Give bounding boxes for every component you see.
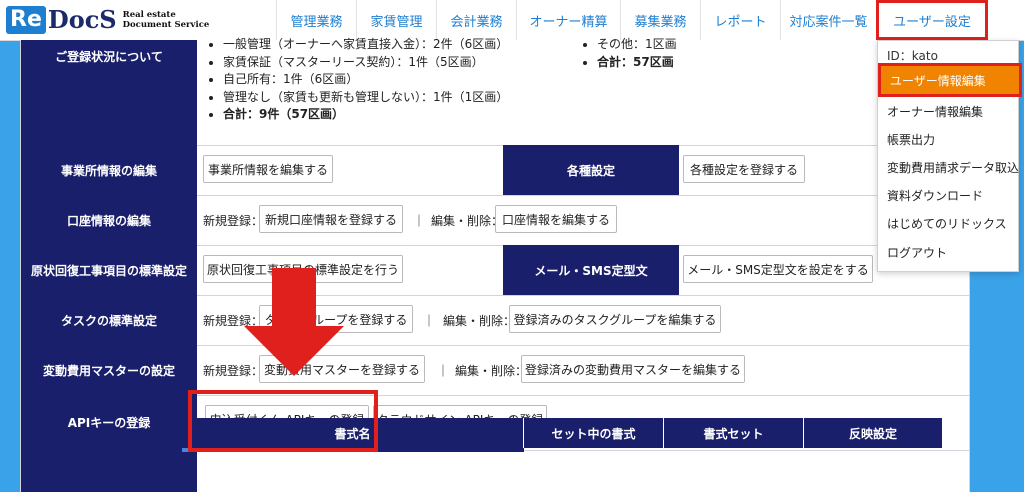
- registration-content: 一般管理（オーナーへ家賃直接入金）：2件（6区画） 家賃保証（マスターリース契約…: [197, 37, 969, 145]
- user-settings-dropdown: ID：kato ユーザー情報編集 オーナー情報編集 帳票出力 変動費用請求データ…: [877, 40, 1022, 272]
- nav-rent[interactable]: 家賃管理: [356, 0, 436, 40]
- list-item: その他：1区画: [597, 36, 677, 54]
- row-label-api-key: APIキーの登録: [21, 395, 197, 450]
- separator: ｜: [437, 364, 450, 378]
- list-item: 合計：9件（57区画）: [223, 106, 508, 124]
- top-bar: Re DocS Real estate Document Service 管理業…: [0, 0, 1024, 41]
- row-label-restore: 原状回復工事項目の標準設定: [21, 245, 197, 295]
- list-item: 自己所有：1件（6区画）: [223, 71, 508, 89]
- row-label-settings: 各種設定: [503, 145, 679, 195]
- logo-mark: Re: [6, 6, 46, 34]
- row-label-task: タスクの標準設定: [21, 295, 197, 345]
- menu-item-edit-owner[interactable]: オーナー情報編集: [878, 97, 1018, 126]
- row-label-office: 事業所情報の編集: [21, 145, 197, 195]
- app-logo[interactable]: Re DocS Real estate Document Service: [6, 5, 223, 35]
- menu-item-report-output[interactable]: 帳票出力: [878, 125, 1018, 154]
- edit-task-group-button[interactable]: 登録済みのタスクグループを編集する: [509, 305, 721, 333]
- column-header: 書式セット: [664, 418, 804, 448]
- edit-office-button[interactable]: 事業所情報を編集する: [203, 155, 333, 183]
- edit-variable-cost-button[interactable]: 登録済みの変動費用マスターを編集する: [521, 355, 745, 383]
- row-office: 事業所情報の編集 事業所情報を編集する 各種設定 各種設定を登録する: [21, 145, 969, 196]
- nav-case-list[interactable]: 対応案件一覧: [780, 0, 876, 40]
- list-item: 一般管理（オーナーへ家賃直接入金）：2件（6区画）: [223, 36, 508, 54]
- column-header: 反映設定: [848, 426, 897, 441]
- logo-tagline-line2: Document Service: [122, 20, 210, 30]
- row-label-mail-sms: メール・SMS定型文: [503, 245, 679, 295]
- row-label-format: [21, 450, 197, 492]
- logo-tagline-line1: Real estate: [122, 10, 176, 20]
- nav-report[interactable]: レポート: [700, 0, 780, 40]
- separator: ｜: [423, 314, 436, 328]
- logo-tagline: Real estate Document Service: [123, 10, 223, 30]
- main-nav: 管理業務 家賃管理 会計業務 オーナー精算 募集業務 レポート 対応案件一覧 ユ…: [276, 0, 988, 40]
- new-account-button[interactable]: 新規口座情報を登録する: [259, 205, 403, 233]
- row-label-registration: ご登録状況について: [21, 40, 197, 145]
- row-registration: ご登録状況について 一般管理（オーナーへ家賃直接入金）：2件（6区画） 家賃保証…: [21, 37, 969, 146]
- separator: ｜: [413, 214, 426, 228]
- list-item: 家賃保証（マスターリース契約）：1件（5区画）: [223, 54, 508, 72]
- row-account: 口座情報の編集 新規登録： 新規口座情報を登録する ｜ 編集・削除： 口座情報を…: [21, 195, 969, 246]
- list-item: 管理なし（家賃も更新も管理しない）：1件（1区画）: [223, 89, 508, 107]
- menu-item-download[interactable]: 資料ダウンロード: [878, 181, 1018, 210]
- logo-wordmark: DocS: [47, 5, 117, 34]
- new-register-label: 新規登録：: [203, 214, 264, 228]
- menu-item-getting-started[interactable]: はじめてのリドックス: [878, 209, 1018, 238]
- nav-owner-settlement[interactable]: オーナー精算: [516, 0, 620, 40]
- register-settings-button[interactable]: 各種設定を登録する: [683, 155, 805, 183]
- annotation-highlight-box: [188, 390, 378, 452]
- nav-recruitment[interactable]: 募集業務: [620, 0, 700, 40]
- row-format: [21, 450, 969, 492]
- list-item: 合計：57区画: [597, 54, 677, 72]
- registration-left-list: 一般管理（オーナーへ家賃直接入金）：2件（6区画） 家賃保証（マスターリース契約…: [207, 36, 508, 124]
- account-content: 新規登録： 新規口座情報を登録する ｜ 編集・削除： 口座情報を編集する: [197, 195, 969, 245]
- menu-item-logout[interactable]: ログアウト: [878, 238, 1018, 267]
- mail-sms-template-button[interactable]: メール・SMS定型文を設定をする: [683, 255, 873, 283]
- edit-delete-label: 編集・削除：: [455, 364, 528, 378]
- nav-accounting[interactable]: 会計業務: [436, 0, 516, 40]
- edit-account-button[interactable]: 口座情報を編集する: [495, 205, 617, 233]
- row-task: タスクの標準設定 新規登録： タスクグループを登録する ｜ 編集・削除： 登録済…: [21, 295, 969, 346]
- annotation-arrow-down-icon: [244, 268, 344, 376]
- row-variable-cost: 変動費用マスターの設定 新規登録： 変動費用マスターを登録する ｜ 編集・削除：…: [21, 345, 969, 396]
- row-label-variable-cost: 変動費用マスターの設定: [21, 345, 197, 395]
- column-header: セット中の書式: [524, 418, 664, 448]
- nav-user-settings[interactable]: ユーザー設定: [876, 0, 988, 40]
- edit-delete-label: 編集・削除：: [431, 214, 504, 228]
- menu-item-edit-user[interactable]: ユーザー情報編集: [878, 63, 1022, 97]
- edit-delete-label: 編集・削除：: [443, 314, 516, 328]
- registration-right-list: その他：1区画 合計：57区画: [581, 36, 677, 71]
- office-content: 事業所情報を編集する 各種設定 各種設定を登録する: [197, 145, 969, 195]
- nav-management[interactable]: 管理業務: [276, 0, 356, 40]
- row-restore: 原状回復工事項目の標準設定 原状回復工事項目の標準設定を行う メール・SMS定型…: [21, 245, 969, 296]
- row-label-account: 口座情報の編集: [21, 195, 197, 245]
- menu-item-import-variable-cost[interactable]: 変動費用請求データ取込: [878, 153, 1019, 182]
